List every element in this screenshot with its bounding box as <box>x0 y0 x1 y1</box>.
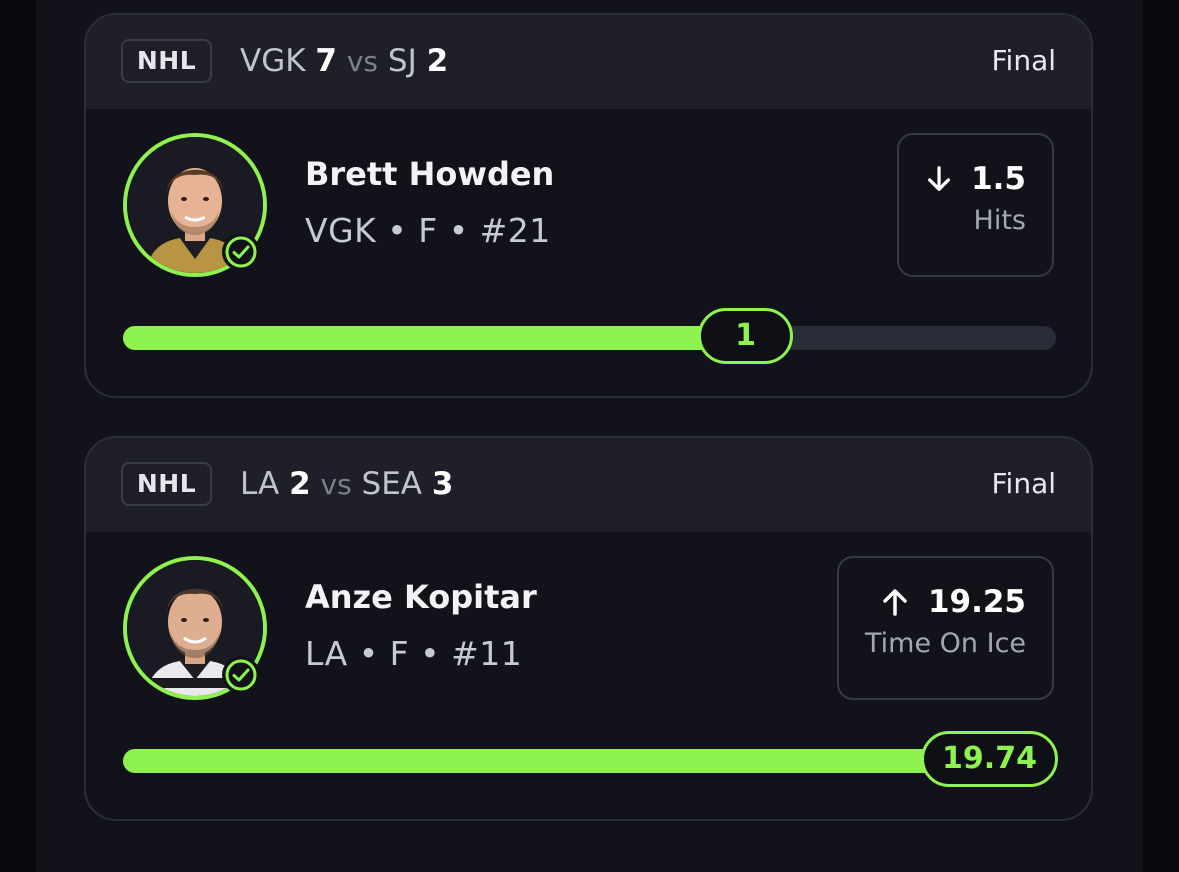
pick-line: 1.5 <box>925 161 1026 197</box>
prop-card[interactable]: NHL VGK 7 vs SJ 2 Final Brett Howden VGK… <box>84 13 1093 398</box>
result-pill: 1 <box>698 308 793 364</box>
league-badge: NHL <box>121 39 212 83</box>
progress-track: 19.74 <box>123 731 1058 787</box>
progress-track: 1 <box>123 308 1056 364</box>
player-meta: VGK • F • #21 <box>305 211 551 250</box>
pick-line-value: 1.5 <box>971 161 1026 197</box>
progress-fill <box>123 326 743 350</box>
verified-check-icon <box>222 656 260 694</box>
home-team: LA <box>240 466 280 502</box>
away-team: SJ <box>387 43 417 79</box>
progress-fill <box>123 749 1056 773</box>
game-header: NHL VGK 7 vs SJ 2 Final <box>86 15 1091 109</box>
pick-line: 19.25 <box>865 584 1026 620</box>
away-score: 2 <box>426 43 449 79</box>
player-meta: LA • F • #11 <box>305 634 523 673</box>
home-score: 7 <box>315 43 337 79</box>
league-badge: NHL <box>121 462 212 506</box>
arrow-up-icon <box>883 589 907 616</box>
pick-stat-label: Time On Ice <box>865 628 1027 659</box>
home-team: VGK <box>240 43 306 79</box>
player-name[interactable]: Anze Kopitar <box>305 578 537 616</box>
game-status: Final <box>991 467 1056 500</box>
pick-stat-label: Hits <box>973 205 1026 236</box>
away-score: 3 <box>431 466 454 502</box>
vs-label: vs <box>346 45 379 78</box>
arrow-down-icon <box>928 166 951 191</box>
player-name[interactable]: Brett Howden <box>305 155 554 193</box>
matchup-score: LA 2 vs SEA 3 <box>240 462 453 506</box>
verified-check-icon <box>222 233 260 271</box>
pick-line-box[interactable]: 1.5 Hits <box>897 133 1054 277</box>
pick-line-value: 19.25 <box>927 584 1026 620</box>
game-status: Final <box>991 44 1056 77</box>
vs-label: vs <box>320 468 352 501</box>
prop-card[interactable]: NHL LA 2 vs SEA 3 Final Anze Kopitar LA … <box>84 436 1093 821</box>
away-team: SEA <box>361 466 423 502</box>
home-score: 2 <box>289 466 311 502</box>
result-pill: 19.74 <box>921 731 1058 787</box>
game-header: NHL LA 2 vs SEA 3 Final <box>86 438 1091 532</box>
matchup-score: VGK 7 vs SJ 2 <box>240 39 448 83</box>
pick-line-box[interactable]: 19.25 Time On Ice <box>837 556 1054 700</box>
